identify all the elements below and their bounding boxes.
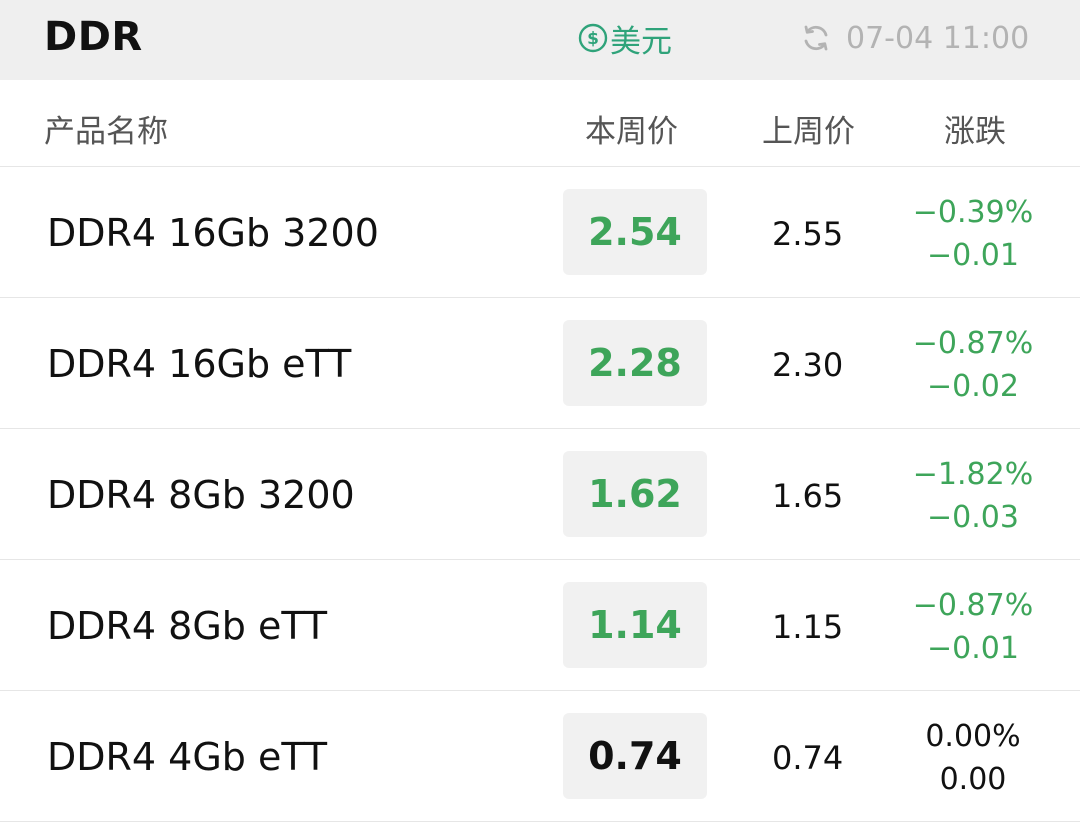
last-week-price: 1.15: [772, 608, 844, 646]
refresh-button[interactable]: 07-04 11:00: [800, 18, 1029, 58]
svg-text:$: $: [587, 29, 599, 49]
table-header: 产品名称 本周价 上周价 涨跌: [0, 80, 1080, 167]
product-name: DDR4 16Gb eTT: [47, 342, 352, 386]
column-header-last-week[interactable]: 上周价: [762, 106, 855, 151]
table-row[interactable]: DDR4 8Gb eTT 1.14 1.15 −0.87% −0.01: [0, 560, 1080, 691]
change-amount: −0.03: [927, 500, 1019, 535]
change-amount: −0.02: [927, 369, 1019, 404]
change-amount: −0.01: [927, 631, 1019, 666]
last-week-price: 1.65: [772, 477, 844, 515]
change-percent: −0.39%: [912, 195, 1034, 230]
product-name: DDR4 4Gb eTT: [47, 735, 328, 779]
currency-label: 美元: [610, 23, 672, 60]
change-percent: −1.82%: [912, 457, 1034, 492]
column-header-change[interactable]: 涨跌: [944, 106, 1006, 151]
product-name: DDR4 8Gb eTT: [47, 604, 328, 648]
this-week-price: 1.62: [563, 451, 707, 537]
this-week-price: 1.14: [563, 582, 707, 668]
table-row[interactable]: DDR4 16Gb 3200 2.54 2.55 −0.39% −0.01: [0, 167, 1080, 298]
change-amount: 0.00: [939, 762, 1007, 797]
top-bar: DDR $ 美元 07-04 11:00: [0, 0, 1080, 80]
column-header-this-week[interactable]: 本周价: [585, 106, 678, 151]
price-change: −0.87% −0.02: [905, 322, 1041, 408]
this-week-price: 0.74: [563, 713, 707, 799]
page-title: DDR: [44, 14, 143, 60]
refresh-icon: [800, 22, 832, 54]
price-change: 0.00% 0.00: [905, 715, 1041, 801]
update-time: 07-04 11:00: [846, 20, 1030, 56]
dollar-icon: $: [578, 23, 608, 53]
product-name: DDR4 16Gb 3200: [47, 211, 379, 255]
table-row[interactable]: DDR4 4Gb eTT 0.74 0.74 0.00% 0.00: [0, 691, 1080, 822]
product-name: DDR4 8Gb 3200: [47, 473, 355, 517]
this-week-price: 2.54: [563, 189, 707, 275]
this-week-price: 2.28: [563, 320, 707, 406]
currency-toggle[interactable]: $ 美元: [578, 18, 672, 60]
table-row[interactable]: DDR4 8Gb 3200 1.62 1.65 −1.82% −0.03: [0, 429, 1080, 560]
last-week-price: 2.55: [772, 215, 844, 253]
table-row[interactable]: DDR4 16Gb eTT 2.28 2.30 −0.87% −0.02: [0, 298, 1080, 429]
change-amount: −0.01: [927, 238, 1019, 273]
change-percent: −0.87%: [912, 588, 1034, 623]
last-week-price: 0.74: [772, 739, 844, 777]
column-header-name[interactable]: 产品名称: [44, 106, 168, 151]
price-change: −1.82% −0.03: [905, 453, 1041, 539]
price-change: −0.87% −0.01: [905, 584, 1041, 670]
change-percent: −0.87%: [912, 326, 1034, 361]
change-percent: 0.00%: [925, 719, 1021, 754]
price-change: −0.39% −0.01: [905, 191, 1041, 277]
last-week-price: 2.30: [772, 346, 844, 384]
